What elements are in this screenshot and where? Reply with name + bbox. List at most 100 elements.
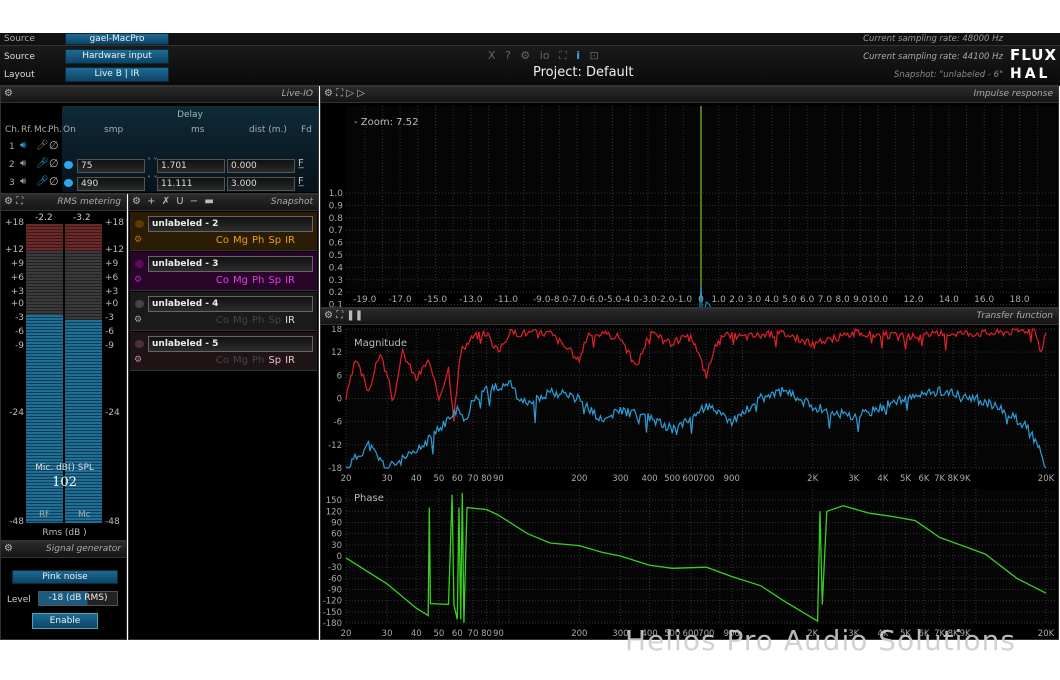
speaker-icon[interactable]: 🔊︎	[20, 176, 26, 187]
settings-icon[interactable]: ⚙	[134, 275, 142, 285]
info-icon[interactable]: i	[576, 49, 580, 62]
source-button[interactable]: Hardware input	[65, 49, 169, 64]
x-tick-label: -3.0	[639, 295, 657, 305]
snapshot-tag[interactable]: Sp	[268, 355, 281, 366]
x-tick-label: 1.0	[712, 295, 727, 305]
transfer-toolbar[interactable]: ⚙ ⛶ ❚❚	[324, 310, 363, 321]
phase-invert-icon[interactable]: ∅	[49, 157, 59, 170]
snapshot-toolbar[interactable]: ⚙ + ✗ U − ▬	[132, 196, 214, 207]
snapshot-tag[interactable]: Sp	[268, 275, 281, 286]
stepper-icon[interactable]: ˄ ˅	[147, 158, 158, 166]
snapshot-item[interactable]: unlabeled - 5 ⚙ Co Mg Ph Sp IR	[130, 332, 317, 371]
delay-on-toggle[interactable]	[64, 161, 73, 169]
y-tick-label: 0.2	[329, 288, 343, 298]
snapshot-tag[interactable]: Ph	[252, 235, 264, 246]
microphone-icon[interactable]: 🎤︎	[36, 158, 49, 169]
delay-distance-input[interactable]: 0.000	[227, 159, 295, 173]
delay-on-toggle[interactable]	[64, 179, 73, 187]
enable-button[interactable]: Enable	[32, 613, 98, 629]
x-tick-label: 10.0	[868, 295, 888, 305]
snapshot-tag[interactable]: IR	[285, 275, 295, 286]
delay-ms-input[interactable]: 11.111	[157, 177, 225, 191]
snapshot-tag[interactable]: Co	[216, 275, 229, 286]
delay-ms-input[interactable]: 1.701	[157, 159, 225, 173]
snapshot-tag[interactable]: IR	[285, 235, 295, 246]
snapshot-tag[interactable]: Co	[216, 355, 229, 366]
snapshot-name-input[interactable]: unlabeled - 4	[148, 296, 313, 312]
panel-title: Live-IO	[281, 89, 313, 99]
scale-label-left: +6	[10, 273, 24, 283]
snapshot-tag[interactable]: Mg	[233, 275, 248, 286]
snapshot-name-input[interactable]: unlabeled - 3	[148, 256, 313, 272]
snapshot-tag[interactable]: IR	[285, 315, 295, 326]
scale-label-left: -6	[15, 327, 24, 337]
snapshot-tag[interactable]: Ph	[252, 275, 264, 286]
snapshot-tag[interactable]: Mg	[233, 355, 248, 366]
help-icon[interactable]: ?	[505, 49, 511, 62]
scale-label-left: -24	[9, 408, 24, 418]
scale-label-left: -48	[9, 517, 24, 527]
y-tick-label: 150	[326, 496, 342, 506]
text-icon[interactable]: ⊡	[590, 49, 599, 62]
microphone-icon[interactable]: 🎤︎	[36, 176, 49, 187]
snapshot-tag[interactable]: Mg	[233, 235, 248, 246]
left-meter-idle	[26, 251, 63, 316]
snapshot-item[interactable]: unlabeled - 4 ⚙ Co Mg Ph Sp IR	[130, 292, 317, 331]
layout-label: Layout	[4, 70, 35, 80]
speaker-icon[interactable]: 🔊︎	[20, 140, 26, 151]
settings-icon[interactable]: ⚙	[134, 315, 142, 325]
x-tick-label: 5K	[900, 474, 911, 484]
snapshot-tag[interactable]: Co	[216, 315, 229, 326]
settings-icon[interactable]: ⚙ ⛶	[4, 196, 23, 207]
fd-button[interactable]: F̲	[298, 158, 304, 169]
sampling-rate: Current sampling rate: 44100 Hz	[863, 52, 1003, 62]
settings-icon[interactable]: ⚙	[4, 88, 13, 99]
delay-samples-input[interactable]: 490	[77, 177, 145, 191]
speaker-icon[interactable]: 🔊︎	[20, 158, 26, 169]
snapshot-tag[interactable]: Co	[216, 235, 229, 246]
close-icon[interactable]: X	[488, 49, 496, 62]
column-header: Rf.	[21, 125, 33, 135]
impulse-toolbar[interactable]: ⚙ ⛶ ▷ ▷	[324, 88, 365, 99]
transfer-function-panel: ⚙ ⛶ ❚❚ Transfer function 18 12 6 0 -6 -12 -18 20…	[320, 308, 1059, 640]
fd-button[interactable]: F̲	[298, 176, 304, 187]
signal-type-button[interactable]: Pink noise	[12, 570, 118, 584]
snapshot-tag[interactable]: Ph	[252, 355, 264, 366]
snapshot-panel: ⚙ + ✗ U − ▬ Snapshot unlabeled - 2 ⚙ Co Mg Ph…	[128, 194, 319, 640]
x-tick-label: 400	[641, 474, 657, 484]
settings-icon[interactable]: ⚙	[4, 543, 13, 554]
snapshot-tag[interactable]: Sp	[268, 235, 281, 246]
snapshot-name-input[interactable]: unlabeled - 5	[148, 336, 313, 352]
phase-invert-icon[interactable]: ∅	[49, 139, 59, 152]
snapshot-name-input[interactable]: unlabeled - 2	[148, 216, 313, 232]
phase-invert-icon[interactable]: ∅	[49, 175, 59, 188]
snapshot-color-dot[interactable]	[135, 300, 144, 308]
scale-label-right: +9	[105, 259, 119, 269]
microphone-icon[interactable]: 🎤︎	[36, 140, 49, 151]
level-label: Level	[7, 595, 31, 605]
impulse-response-panel: ⚙ ⛶ ▷ ▷ Impulse response 1.0 0.9 0.8 0.7 0.6 0…	[320, 86, 1059, 308]
delay-samples-input[interactable]: 75	[77, 159, 145, 173]
snapshot-color-dot[interactable]	[135, 220, 144, 228]
snapshot-tag[interactable]: IR	[285, 355, 295, 366]
scale-label-right: -6	[105, 327, 114, 337]
delay-distance-input[interactable]: 3.000	[227, 177, 295, 191]
snapshot-tag[interactable]: Sp	[268, 315, 281, 326]
settings-icon[interactable]: ⚙	[134, 235, 142, 245]
layout-button[interactable]: Live B | IR	[65, 67, 169, 82]
snapshot-color-dot[interactable]	[135, 340, 144, 348]
settings-icon[interactable]: ⚙	[520, 49, 530, 62]
snapshot-color-dot[interactable]	[135, 260, 144, 268]
snapshot-item[interactable]: unlabeled - 2 ⚙ Co Mg Ph Sp IR	[130, 212, 317, 251]
level-slider[interactable]: -18 (dB RMS)	[38, 591, 118, 606]
x-tick-label: -11.0	[495, 295, 519, 305]
snapshot-tag[interactable]: Ph	[252, 315, 264, 326]
fullscreen-icon[interactable]: ⛶	[559, 49, 567, 62]
io-icon[interactable]: io	[540, 49, 550, 62]
right-meter-fill	[65, 319, 102, 523]
snapshot-item[interactable]: unlabeled - 3 ⚙ Co Mg Ph Sp IR	[130, 252, 317, 291]
settings-icon[interactable]: ⚙	[134, 355, 142, 365]
snapshot-tag[interactable]: Mg	[233, 315, 248, 326]
x-tick-label: -19.0	[353, 295, 377, 305]
stepper-icon[interactable]: ˄ ˅	[147, 176, 158, 184]
